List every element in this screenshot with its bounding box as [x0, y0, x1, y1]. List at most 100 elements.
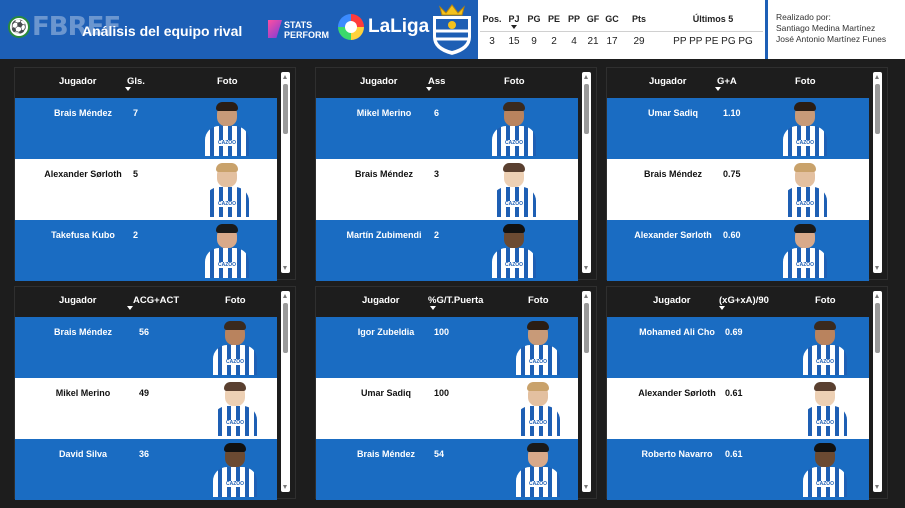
stat-col-pp[interactable]: PP 4 [566, 14, 582, 47]
column-header-stat[interactable]: (xG+xA)/90 [719, 295, 769, 306]
table-row[interactable]: Brais Méndez 54 CAZOO [316, 439, 578, 500]
stat-value: 0.60 [723, 230, 741, 240]
stats-perform-mark-icon [268, 20, 282, 38]
scroll-up-icon[interactable] [875, 75, 879, 79]
scroll-down-icon[interactable] [584, 485, 588, 489]
scroll-up-icon[interactable] [875, 294, 879, 298]
stat-value-gf: 21 [587, 36, 599, 47]
panel-scrollbar[interactable] [873, 291, 882, 492]
table-row[interactable]: Alexander Sørloth 0.61 CAZOO [607, 378, 869, 439]
panel-scrollbar[interactable] [582, 72, 591, 273]
table-row[interactable]: Takefusa Kubo 2 CAZOO [15, 220, 277, 281]
column-header-stat[interactable]: ACG+ACT [133, 295, 179, 306]
credits-author-1: Santiago Medina Martínez [776, 23, 876, 33]
column-header-player[interactable]: Jugador [59, 76, 96, 87]
column-header-player[interactable]: Jugador [653, 295, 690, 306]
stat-col-gf[interactable]: GF 21 [584, 14, 602, 47]
table-row[interactable]: Roberto Navarro 0.61 CAZOO [607, 439, 869, 500]
panel-scrollbar[interactable] [281, 72, 290, 273]
column-header-photo[interactable]: Foto [795, 76, 816, 87]
panel-header: Jugador %G/T.Puerta Foto [316, 287, 578, 317]
sort-desc-icon[interactable] [719, 306, 725, 310]
scroll-thumb[interactable] [283, 84, 288, 134]
table-row[interactable]: Umar Sadiq 100 CAZOO [316, 378, 578, 439]
stat-col-last5[interactable]: Últimos 5 PP PP PE PG PG [668, 14, 758, 47]
stat-value: 56 [139, 327, 150, 337]
stat-col-pg[interactable]: PG 9 [526, 14, 542, 47]
column-header-stat[interactable]: %G/T.Puerta [428, 295, 483, 306]
scroll-down-icon[interactable] [584, 266, 588, 270]
player-photo: CAZOO [516, 382, 560, 436]
scroll-thumb[interactable] [875, 303, 880, 353]
table-row[interactable]: David Silva 36 CAZOO [15, 439, 277, 500]
column-header-photo[interactable]: Foto [217, 76, 238, 87]
stat-col-pe[interactable]: PE 2 [546, 14, 562, 47]
stat-value-gc: 17 [606, 36, 618, 47]
panel-scrollbar[interactable] [281, 291, 290, 492]
stat-col-pts[interactable]: Pts 29 [629, 14, 649, 47]
column-header-photo[interactable]: Foto [504, 76, 525, 87]
table-row[interactable]: Mikel Merino 6 CAZOO [316, 98, 578, 159]
player-name: Brais Méndez [53, 327, 113, 337]
column-header-photo[interactable]: Foto [225, 295, 246, 306]
player-name: Alexander Sørloth [44, 169, 122, 179]
table-row[interactable]: Alexander Sørloth 5 CAZOO [15, 159, 277, 220]
stat-value: 0.69 [725, 327, 743, 337]
player-photo: CAZOO [213, 321, 257, 375]
panel-rows: Umar Sadiq 1.10 CAZOO Brais Méndez 0.75 CAZOO… [607, 98, 869, 281]
scroll-thumb[interactable] [875, 84, 880, 134]
player-name: Brais Méndez [643, 169, 703, 179]
sort-desc-icon[interactable] [426, 87, 432, 91]
scroll-thumb[interactable] [584, 84, 589, 134]
column-header-player[interactable]: Jugador [362, 295, 399, 306]
column-header-photo[interactable]: Foto [815, 295, 836, 306]
stat-col-pj[interactable]: PJ 15 [506, 14, 522, 47]
column-header-stat[interactable]: G+A [717, 76, 737, 87]
stat-col-gc[interactable]: GC 17 [603, 14, 621, 47]
column-header-stat[interactable]: Ass [428, 76, 445, 87]
sort-desc-icon[interactable] [715, 87, 721, 91]
table-row[interactable]: Alexander Sørloth 0.60 CAZOO [607, 220, 869, 281]
stat-panel: Jugador Ass Foto Mikel Merino 6 CAZOO Brais Mé… [315, 67, 597, 281]
panel-scrollbar[interactable] [582, 291, 591, 492]
stat-header-gf: GF [586, 14, 600, 24]
player-photo: CAZOO [492, 163, 536, 217]
stats-perform-logo-line1: STATS [284, 20, 313, 30]
player-name: Roberto Navarro [641, 449, 713, 459]
table-row[interactable]: Brais Méndez 0.75 CAZOO [607, 159, 869, 220]
table-row[interactable]: Mikel Merino 49 CAZOO [15, 378, 277, 439]
column-header-player[interactable]: Jugador [59, 295, 96, 306]
scroll-down-icon[interactable] [875, 266, 879, 270]
table-row[interactable]: Brais Méndez 7 CAZOO [15, 98, 277, 159]
scroll-up-icon[interactable] [584, 75, 588, 79]
column-header-stat[interactable]: Gls. [127, 76, 145, 87]
scroll-down-icon[interactable] [283, 485, 287, 489]
stat-col-pos[interactable]: Pos. 3 [482, 14, 502, 47]
scroll-up-icon[interactable] [283, 294, 287, 298]
player-photo: CAZOO [803, 382, 847, 436]
panel-header: Jugador G+A Foto [607, 68, 869, 98]
stat-value: 0.75 [723, 169, 741, 179]
table-row[interactable]: Martín Zubimendi 2 CAZOO [316, 220, 578, 281]
stat-value: 100 [434, 388, 450, 398]
table-row[interactable]: Igor Zubeldia 100 CAZOO [316, 317, 578, 378]
column-header-player[interactable]: Jugador [649, 76, 686, 87]
scroll-thumb[interactable] [283, 303, 288, 353]
player-photo: CAZOO [205, 163, 249, 217]
column-header-player[interactable]: Jugador [360, 76, 397, 87]
sort-desc-icon[interactable] [125, 87, 131, 91]
scroll-down-icon[interactable] [875, 485, 879, 489]
scroll-thumb[interactable] [584, 303, 589, 353]
table-row[interactable]: Brais Méndez 3 CAZOO [316, 159, 578, 220]
column-header-photo[interactable]: Foto [528, 295, 549, 306]
scroll-up-icon[interactable] [283, 75, 287, 79]
scroll-up-icon[interactable] [584, 294, 588, 298]
sort-desc-icon[interactable] [127, 306, 133, 310]
scroll-down-icon[interactable] [283, 266, 287, 270]
sort-desc-icon[interactable] [430, 306, 436, 310]
panel-scrollbar[interactable] [873, 72, 882, 273]
table-row[interactable]: Umar Sadiq 1.10 CAZOO [607, 98, 869, 159]
table-row[interactable]: Brais Méndez 56 CAZOO [15, 317, 277, 378]
table-row[interactable]: Mohamed Ali Cho 0.69 CAZOO [607, 317, 869, 378]
panel-header: Jugador (xG+xA)/90 Foto [607, 287, 869, 317]
